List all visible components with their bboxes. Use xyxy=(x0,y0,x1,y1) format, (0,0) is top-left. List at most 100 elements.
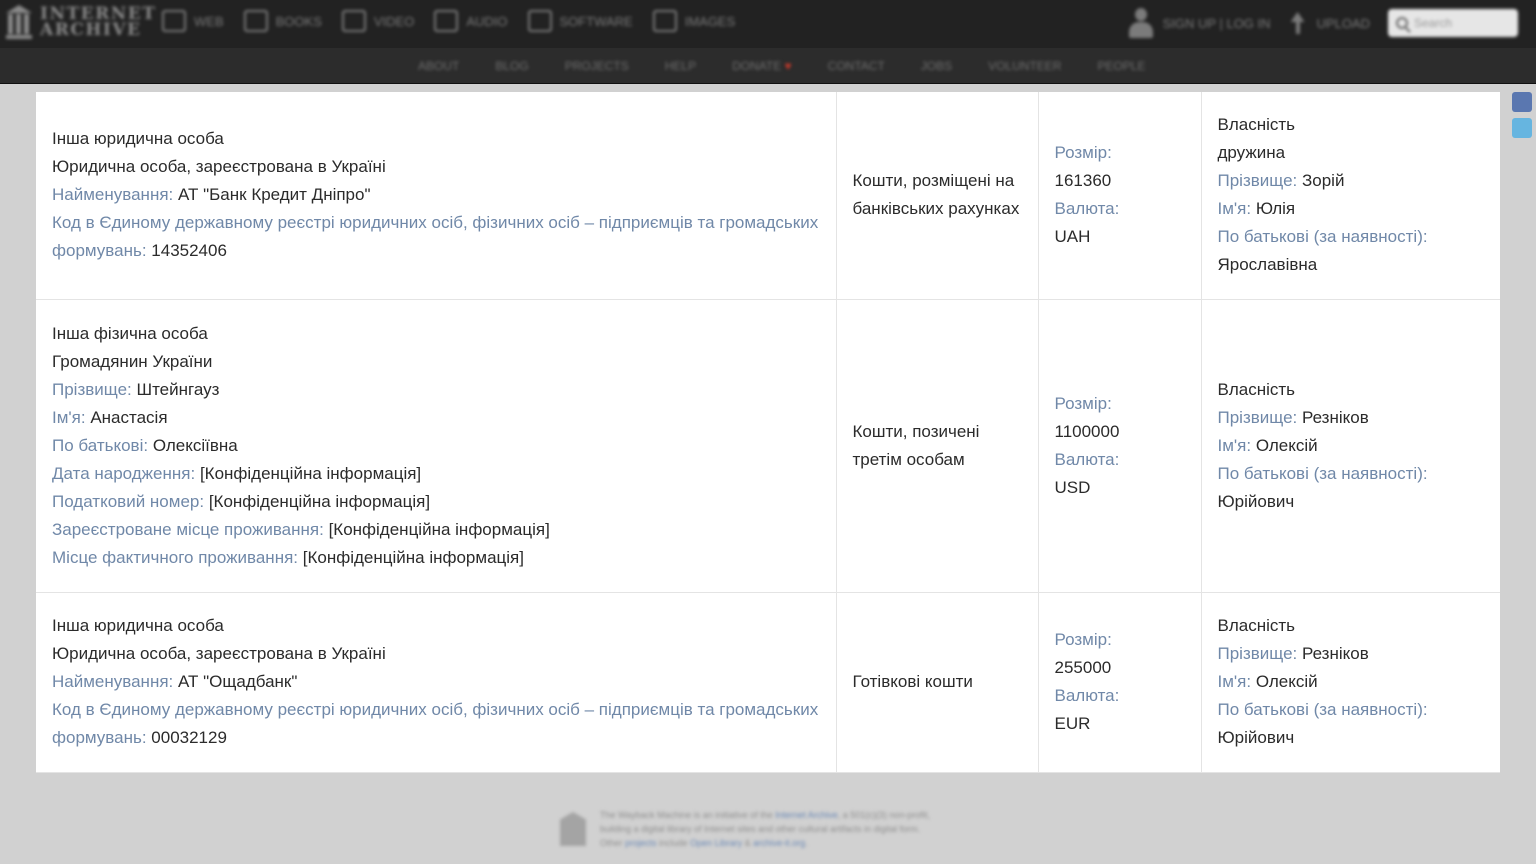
currency-value: EUR xyxy=(1054,714,1091,733)
nav-item-video[interactable]: VIDEO xyxy=(341,10,415,32)
labeled-field: Найменування: АТ "Банк Кредит Дніпро" xyxy=(52,181,820,209)
footer-text: & xyxy=(742,838,754,848)
currency-value: UAH xyxy=(1054,227,1091,247)
labeled-field: Прізвище: Резніков xyxy=(1218,640,1485,668)
subnav-about[interactable]: ABOUT xyxy=(418,59,459,73)
video-icon xyxy=(341,10,366,32)
labeled-field: Прізвище: Зорій xyxy=(1218,167,1485,195)
user-icon xyxy=(1128,8,1153,38)
projects-link[interactable]: projects xyxy=(625,838,657,848)
sign-in-link[interactable]: SIGN UP | LOG IN xyxy=(1128,8,1271,38)
asset-type: Готівкові кошти xyxy=(852,672,973,691)
amount-value: 161360 xyxy=(1054,171,1112,191)
field-value: Анастасія xyxy=(90,407,168,427)
subnav-label: PROJECTS xyxy=(564,59,629,73)
search-input[interactable]: Search xyxy=(1388,9,1518,37)
images-icon xyxy=(652,10,677,32)
nav-item-images[interactable]: IMAGES xyxy=(652,10,735,32)
subnav-label: DONATE xyxy=(732,59,782,73)
archive-footer-icon xyxy=(560,812,586,846)
nav-item-books[interactable]: BOOKS xyxy=(243,10,322,32)
social-share xyxy=(1512,92,1532,138)
internet-archive-logo[interactable]: INTERNET ARCHIVE xyxy=(6,5,156,39)
footer-text: The Wayback Machine is an initiative of … xyxy=(600,810,776,820)
twitter-icon[interactable] xyxy=(1512,118,1532,138)
subnav-label: HELP xyxy=(664,59,697,73)
footer-text: include xyxy=(656,838,691,848)
field-value: 00032129 xyxy=(151,728,227,747)
subnav-help[interactable]: HELP xyxy=(665,59,696,73)
subnav-label: BLOG xyxy=(495,59,529,73)
asset-type-cell: Кошти, позичені третім особам xyxy=(835,298,1039,593)
internet-archive-link[interactable]: Internet Archive xyxy=(775,810,838,820)
labeled-field: По батькові (за наявності): Юрійович xyxy=(1218,460,1485,516)
archive-top-bar: INTERNET ARCHIVE WEB BOOKS VIDEO AUDIO SOFTW… xyxy=(0,0,1536,48)
field-value: Ярославівна xyxy=(1217,255,1318,275)
subnav-volunteer[interactable]: VOLUNTEER xyxy=(988,59,1061,73)
subnav-blog[interactable]: BLOG xyxy=(495,59,528,73)
field-value: Олексій xyxy=(1255,672,1318,691)
subnav-contact[interactable]: CONTACT xyxy=(828,59,885,73)
upload-link[interactable]: UPLOAD xyxy=(1289,12,1370,34)
asset-type-cell: Кошти, розміщені на банківських рахунках xyxy=(835,92,1039,300)
subnav-label: CONTACT xyxy=(827,59,885,73)
field-value: Олексіївна xyxy=(152,435,238,455)
logo-line-2: ARCHIVE xyxy=(40,20,142,40)
currency-label: Валюта: xyxy=(1054,199,1120,219)
subnav-jobs[interactable]: JOBS xyxy=(921,59,952,73)
search-placeholder: Search xyxy=(1414,16,1453,30)
field-label: Найменування: xyxy=(52,672,174,691)
media-nav: WEB BOOKS VIDEO AUDIO SOFTWARE IMAGES xyxy=(162,10,735,32)
nav-item-label: BOOKS xyxy=(275,13,322,29)
labeled-field: Ім'я: Олексій xyxy=(1218,668,1485,696)
info-line: Юридична особа, зареєстрована в Україні xyxy=(52,157,386,177)
info-line: Інша юридична особа xyxy=(52,616,224,635)
field-label: По батькові (за наявності): xyxy=(1217,463,1428,483)
archive-building-icon xyxy=(6,5,32,39)
field-label: По батькові (за наявності): xyxy=(1217,227,1428,247)
software-icon xyxy=(527,10,552,32)
nav-item-audio[interactable]: AUDIO xyxy=(434,10,508,32)
field-value: Олексій xyxy=(1255,435,1318,455)
counterparty-cell: Інша юридична особа Юридична особа, зареє… xyxy=(36,591,837,773)
field-label: Ім'я: xyxy=(1217,435,1252,455)
info-line: Громадянин України xyxy=(52,351,213,371)
info-line: дружина xyxy=(1217,143,1286,163)
declaration-table: Інша юридична особа Юридична особа, зареє… xyxy=(36,92,1500,773)
labeled-field: Ім'я: Анастасія xyxy=(52,404,820,432)
nav-item-label: VIDEO xyxy=(373,13,415,29)
field-label: Ім'я: xyxy=(52,407,86,427)
subnav-label: ABOUT xyxy=(418,59,460,73)
asset-type: Кошти, позичені третім особам xyxy=(852,421,980,469)
web-icon xyxy=(162,10,186,32)
nav-item-label: SOFTWARE xyxy=(559,13,633,29)
labeled-field: Код в Єдиному державному реєстрі юридичн… xyxy=(52,696,820,752)
nav-item-software[interactable]: SOFTWARE xyxy=(527,10,633,32)
field-value: [Конфіденційна інформація] xyxy=(302,547,524,567)
footer-text: building a digital library of Internet s… xyxy=(600,824,921,834)
nav-item-web[interactable]: WEB xyxy=(162,10,224,32)
amount-label: Розмір: xyxy=(1054,143,1112,163)
amount-label: Розмір: xyxy=(1054,630,1112,649)
facebook-icon[interactable] xyxy=(1512,92,1532,112)
labeled-field: Код в Єдиному державному реєстрі юридичн… xyxy=(52,209,820,265)
info-line: Власність xyxy=(1217,379,1296,399)
open-library-link[interactable]: Open Library xyxy=(690,838,742,848)
labeled-field: Ім'я: Юлія xyxy=(1218,195,1485,223)
archive-it-link[interactable]: archive-it.org xyxy=(753,838,805,848)
subnav-people[interactable]: PEOPLE xyxy=(1097,59,1145,73)
field-label: Зареєстроване місце проживання: xyxy=(52,519,324,539)
field-value: АТ "Банк Кредит Дніпро" xyxy=(178,185,371,205)
table-row: Інша юридична особа Юридична особа, зареє… xyxy=(36,591,1500,773)
field-value: Резніков xyxy=(1301,407,1369,427)
subnav-projects[interactable]: PROJECTS xyxy=(565,59,629,73)
subnav-donate[interactable]: DONATE ♥ xyxy=(732,59,792,73)
info-line: Інша юридична особа xyxy=(52,129,224,149)
labeled-field: Податковий номер: [Конфіденційна інформа… xyxy=(52,488,820,516)
amount-value: 255000 xyxy=(1054,658,1112,677)
field-value: 14352406 xyxy=(151,241,227,261)
footer-text: Other xyxy=(600,838,626,848)
field-value: Штейнгауз xyxy=(136,379,220,399)
labeled-field: Дата народження: [Конфіденційна інформац… xyxy=(52,460,820,488)
currency-label: Валюта: xyxy=(1054,449,1120,469)
